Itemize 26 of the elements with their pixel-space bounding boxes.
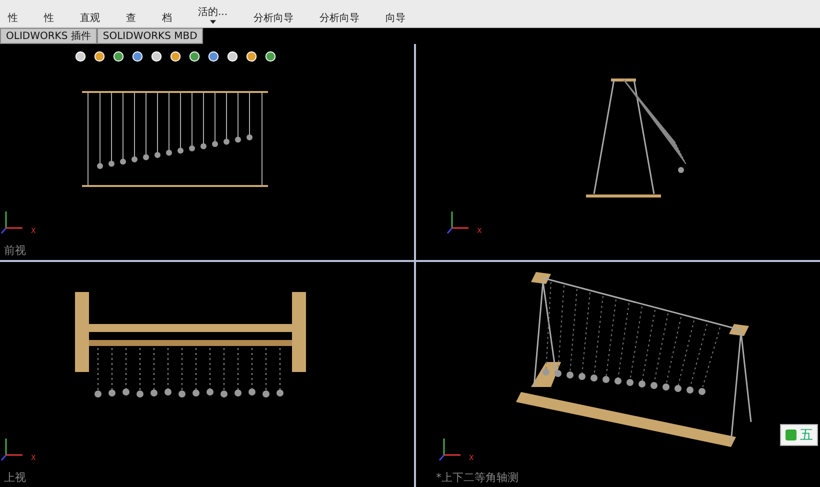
ribbon-button[interactable]: 性 [44, 13, 54, 24]
view-label: 上视 [4, 470, 26, 485]
view-tool-icon[interactable] [150, 50, 163, 63]
view-label: *上下二等角轴测 [436, 470, 518, 485]
view-tool-icon[interactable] [169, 50, 182, 63]
input-method-icon [785, 429, 797, 441]
ribbon-button[interactable]: 直观 [80, 13, 100, 24]
ribbon-button[interactable]: 性 [8, 13, 18, 24]
view-tool-icon[interactable] [264, 50, 277, 63]
view-tool-icon[interactable] [74, 50, 87, 63]
view-tool-icon[interactable] [112, 50, 125, 63]
view-tool-icon[interactable] [207, 50, 220, 63]
ribbon-button[interactable]: 分析向导 [254, 13, 294, 24]
ribbon-button[interactable]: 档 [162, 13, 172, 24]
command-tab[interactable]: OLIDWORKS 插件 [0, 28, 97, 44]
command-tab[interactable]: SOLIDWORKS MBD [96, 28, 204, 44]
ribbon-button[interactable]: 向导 [386, 13, 406, 24]
view-label: 前视 [4, 243, 26, 258]
view-tool-icon[interactable] [226, 50, 239, 63]
ribbon-button[interactable]: 查 [126, 13, 136, 24]
ribbon-button[interactable]: 分析向导 [320, 13, 360, 24]
view-tool-icon[interactable] [131, 50, 144, 63]
view-tool-icon[interactable] [93, 50, 106, 63]
ribbon-button[interactable]: 活的... [198, 7, 228, 24]
view-tool-icon[interactable] [188, 50, 201, 63]
view-tool-icon[interactable] [245, 50, 258, 63]
